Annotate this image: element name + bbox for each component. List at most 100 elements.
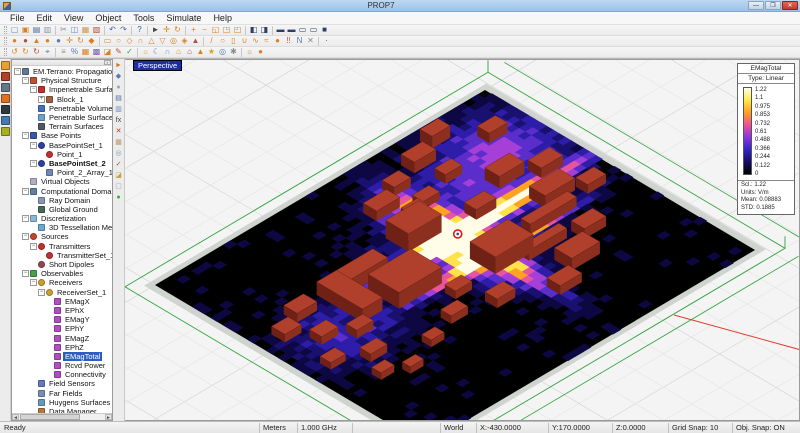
- undo-icon[interactable]: ↶: [107, 25, 118, 35]
- render-sphere-icon[interactable]: ●: [114, 83, 124, 93]
- collapse-icon[interactable]: −: [22, 132, 29, 139]
- tree-item-3d-tessellation-mesh[interactable]: 3D Tessellation Mesh: [12, 223, 112, 232]
- delete-icon[interactable]: ▧: [91, 25, 102, 35]
- tree-panel-pin-icon[interactable]: ▪: [104, 60, 111, 65]
- collapse-icon[interactable]: −: [14, 68, 21, 75]
- module-dark-icon[interactable]: [1, 105, 10, 114]
- pointer-tool-icon[interactable]: ►: [114, 61, 124, 71]
- render-shade-icon[interactable]: ●: [255, 47, 266, 57]
- tree-item-field-sensors[interactable]: Field Sensors: [12, 379, 112, 388]
- tree-item-observables[interactable]: −Observables: [12, 269, 112, 278]
- night-lighting-icon[interactable]: ☾: [151, 47, 162, 57]
- block-library-icon[interactable]: ▩: [91, 47, 102, 57]
- module-em-cube-icon[interactable]: [1, 61, 10, 70]
- tree-panel-header[interactable]: ▪: [12, 60, 112, 66]
- menu-help[interactable]: Help: [207, 13, 238, 23]
- annotate-pen-icon[interactable]: ✎: [113, 47, 124, 57]
- layout-single-icon[interactable]: ▬: [275, 25, 286, 35]
- collapse-icon[interactable]: −: [30, 160, 37, 167]
- tree-item-point-1[interactable]: Point_1: [12, 150, 112, 159]
- save-file-icon[interactable]: ▤: [31, 25, 42, 35]
- draw-nurbs-icon[interactable]: N: [294, 36, 305, 46]
- draw-prism-icon[interactable]: ◈: [179, 36, 190, 46]
- settings-gear-icon[interactable]: ✱: [228, 47, 239, 57]
- function-fx-icon[interactable]: fx: [114, 116, 124, 126]
- module-orange-icon[interactable]: [1, 94, 10, 103]
- simulation-status-icon[interactable]: ●: [114, 193, 124, 203]
- home-view-icon[interactable]: ⌂: [173, 47, 184, 57]
- redo-icon[interactable]: ↷: [118, 25, 129, 35]
- minimize-button[interactable]: —: [748, 1, 764, 10]
- draw-ellipse-icon[interactable]: ○: [217, 36, 228, 46]
- zoom-out-icon[interactable]: −: [199, 25, 210, 35]
- scroll-right-icon[interactable]: ►: [105, 414, 112, 420]
- collapse-icon[interactable]: −: [22, 233, 29, 240]
- tree-item-base-points[interactable]: −Base Points: [12, 131, 112, 140]
- tree-item-point-2-array-1[interactable]: Point_2_Array_1: [12, 168, 112, 177]
- vertex-snap-icon[interactable]: ●: [20, 36, 31, 46]
- tree-item-huygens-surfaces[interactable]: Huygens Surfaces: [12, 398, 112, 407]
- box-tool-icon[interactable]: ▦: [114, 138, 124, 148]
- draw-plate-icon[interactable]: ▲: [190, 36, 201, 46]
- edge-snap-icon[interactable]: ▲: [31, 36, 42, 46]
- module-gray-icon[interactable]: [1, 83, 10, 92]
- copy-icon[interactable]: ◫: [69, 25, 80, 35]
- tree-item-terrain-surfaces[interactable]: Terrain Surfaces: [12, 122, 112, 131]
- tree-item-penetrable-volumes[interactable]: Penetrable Volumes: [12, 104, 112, 113]
- collapse-icon[interactable]: −: [22, 215, 29, 222]
- tree-item-short-dipoles[interactable]: Short Dipoles: [12, 260, 112, 269]
- node-snap-icon[interactable]: ●: [9, 36, 20, 46]
- collapse-icon[interactable]: −: [30, 243, 37, 250]
- help-icon[interactable]: ?: [134, 25, 145, 35]
- draw-cone-icon[interactable]: ◇: [124, 36, 135, 46]
- tree-item-rcvd-power[interactable]: Rcvd Power: [12, 361, 112, 370]
- tree-item-emagy[interactable]: EMagY: [12, 315, 112, 324]
- draw-triangle-icon[interactable]: △: [146, 36, 157, 46]
- face-snap-icon[interactable]: ●: [42, 36, 53, 46]
- render-sun-icon[interactable]: ☼: [244, 47, 255, 57]
- tree-item-penetrable-surfaces[interactable]: Penetrable Surfaces: [12, 113, 112, 122]
- menu-simulate[interactable]: Simulate: [160, 13, 207, 23]
- coordinate-axes-icon[interactable]: ⌖: [42, 47, 53, 57]
- collapse-icon[interactable]: −: [22, 270, 29, 277]
- layout-four-icon[interactable]: ▭: [308, 25, 319, 35]
- tree-item-connectivity[interactable]: Connectivity: [12, 370, 112, 379]
- verify-check-icon[interactable]: ✓: [114, 160, 124, 170]
- collapse-icon[interactable]: −: [30, 279, 37, 286]
- rotate-view-ccw-icon[interactable]: ↺: [9, 47, 20, 57]
- project-tree-toggle-icon[interactable]: ≡: [58, 47, 69, 57]
- draw-helix-icon[interactable]: ≈: [261, 36, 272, 46]
- collapse-icon[interactable]: −: [38, 289, 45, 296]
- snap-magnet-icon[interactable]: ◆: [114, 72, 124, 82]
- scroll-left-icon[interactable]: ◄: [12, 414, 19, 420]
- rotate-view-cw-icon[interactable]: ↻: [20, 47, 31, 57]
- toolbar-grip[interactable]: [4, 37, 7, 45]
- scrollbar-thumb[interactable]: [20, 414, 80, 420]
- toolbar-grip[interactable]: [4, 48, 7, 56]
- tree-item-global-ground[interactable]: Global Ground: [12, 205, 112, 214]
- draw-line-icon[interactable]: /: [206, 36, 217, 46]
- delete-x-icon[interactable]: ✕: [114, 127, 124, 137]
- tree-item-emagtotal[interactable]: EMagTotal: [12, 352, 112, 361]
- draw-cylinder-icon[interactable]: ◎: [168, 36, 179, 46]
- restore-button[interactable]: ❐: [765, 1, 781, 10]
- draw-circle-icon[interactable]: ○: [113, 36, 124, 46]
- view-mode-tab[interactable]: Perspective: [133, 60, 182, 71]
- orbit-tool-icon[interactable]: ↻: [172, 25, 183, 35]
- scene-canvas[interactable]: [125, 60, 800, 421]
- draw-rect-curve-icon[interactable]: ▯: [228, 36, 239, 46]
- view-perspective-icon[interactable]: ◨: [259, 25, 270, 35]
- tree-item-ray-domain[interactable]: Ray Domain: [12, 196, 112, 205]
- zoom-in-icon[interactable]: +: [188, 25, 199, 35]
- module-blue-icon[interactable]: [1, 116, 10, 125]
- collapse-icon[interactable]: −: [22, 188, 29, 195]
- display-settings-icon[interactable]: ▥: [114, 105, 124, 115]
- paste-icon[interactable]: ▦: [80, 25, 91, 35]
- tree-item-receivers[interactable]: −Receivers: [12, 278, 112, 287]
- sky-dome-icon[interactable]: ∩: [162, 47, 173, 57]
- layout-three-icon[interactable]: ▭: [297, 25, 308, 35]
- tree-item-emagz[interactable]: EMagZ: [12, 333, 112, 342]
- viewport-3d[interactable]: Perspective EMagTotal Type: Linear 1.221…: [125, 59, 800, 421]
- tree-item-block-1[interactable]: +Block_1: [12, 95, 112, 104]
- menu-object[interactable]: Object: [89, 13, 127, 23]
